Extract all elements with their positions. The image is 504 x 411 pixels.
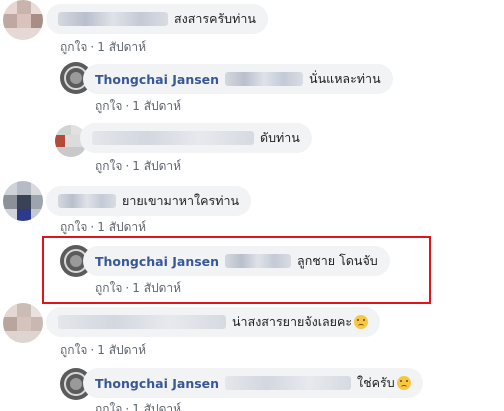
like-link[interactable]: ถูกใจ bbox=[95, 281, 122, 295]
comment-text: ใช่ครับ bbox=[357, 375, 395, 390]
comment-text: น่าสงสารยายจังเลยคะ bbox=[232, 314, 353, 329]
comment-text: ยายเขามาหาใครท่าน bbox=[122, 193, 240, 208]
redacted-name bbox=[225, 376, 352, 390]
comment-text: ดับท่าน bbox=[260, 130, 300, 145]
separator: · bbox=[125, 402, 130, 411]
separator: · bbox=[125, 99, 130, 113]
commenter-avatar[interactable] bbox=[3, 181, 43, 221]
comment-actions: ถูกใจ · 1 สัปดาห์ bbox=[95, 279, 181, 298]
like-link[interactable]: ถูกใจ bbox=[60, 220, 87, 234]
separator: · bbox=[90, 343, 95, 357]
like-link[interactable]: ถูกใจ bbox=[95, 402, 122, 411]
reply-bubble: Thongchai Jansen ใช่ครับ bbox=[83, 368, 423, 398]
author-name[interactable]: Thongchai Jansen bbox=[95, 376, 219, 391]
like-link[interactable]: ถูกใจ bbox=[60, 343, 87, 357]
comment-actions: ถูกใจ · 1 สัปดาห์ bbox=[95, 97, 181, 116]
sad-face-emoji-icon bbox=[396, 376, 411, 390]
redacted-name bbox=[58, 315, 226, 329]
timestamp[interactable]: 1 สัปดาห์ bbox=[97, 40, 146, 54]
timestamp[interactable]: 1 สัปดาห์ bbox=[132, 159, 181, 173]
redacted-name bbox=[225, 72, 304, 86]
comment-bubble: สงสารครับท่าน bbox=[46, 4, 268, 34]
comment-text: สงสารครับท่าน bbox=[174, 11, 256, 26]
timestamp[interactable]: 1 สัปดาห์ bbox=[132, 281, 181, 295]
reply-bubble: ดับท่าน bbox=[80, 123, 312, 153]
separator: · bbox=[90, 220, 95, 234]
like-link[interactable]: ถูกใจ bbox=[95, 159, 122, 173]
comment-text: นั่นแหละท่าน bbox=[309, 71, 381, 86]
comment-actions: ถูกใจ · 1 สัปดาห์ bbox=[95, 400, 181, 411]
separator: · bbox=[125, 281, 130, 295]
commenter-avatar[interactable] bbox=[3, 303, 43, 343]
comment-text: ลูกชาย โดนจับ bbox=[297, 253, 378, 268]
separator: · bbox=[90, 40, 95, 54]
redacted-name bbox=[58, 12, 168, 26]
comment-actions: ถูกใจ · 1 สัปดาห์ bbox=[60, 341, 146, 360]
comment-actions: ถูกใจ · 1 สัปดาห์ bbox=[60, 38, 146, 57]
comment-bubble: ยายเขามาหาใครท่าน bbox=[46, 186, 252, 216]
redacted-name bbox=[92, 131, 254, 145]
timestamp[interactable]: 1 สัปดาห์ bbox=[97, 343, 146, 357]
comment-bubble: น่าสงสารยายจังเลยคะ bbox=[46, 307, 381, 337]
like-link[interactable]: ถูกใจ bbox=[60, 40, 87, 54]
redacted-name bbox=[225, 254, 292, 268]
comment-actions: ถูกใจ · 1 สัปดาห์ bbox=[60, 218, 146, 237]
redacted-name bbox=[58, 194, 116, 208]
comment-actions: ถูกใจ · 1 สัปดาห์ bbox=[95, 157, 181, 176]
commenter-avatar[interactable] bbox=[3, 0, 43, 40]
timestamp[interactable]: 1 สัปดาห์ bbox=[132, 402, 181, 411]
sad-face-emoji-icon bbox=[354, 315, 369, 329]
timestamp[interactable]: 1 สัปดาห์ bbox=[132, 99, 181, 113]
like-link[interactable]: ถูกใจ bbox=[95, 99, 122, 113]
reply-bubble: Thongchai Jansen นั่นแหละท่าน bbox=[83, 64, 393, 94]
separator: · bbox=[125, 159, 130, 173]
author-name[interactable]: Thongchai Jansen bbox=[95, 72, 219, 87]
timestamp[interactable]: 1 สัปดาห์ bbox=[97, 220, 146, 234]
reply-bubble: Thongchai Jansen ลูกชาย โดนจับ bbox=[83, 246, 390, 276]
author-name[interactable]: Thongchai Jansen bbox=[95, 254, 219, 269]
